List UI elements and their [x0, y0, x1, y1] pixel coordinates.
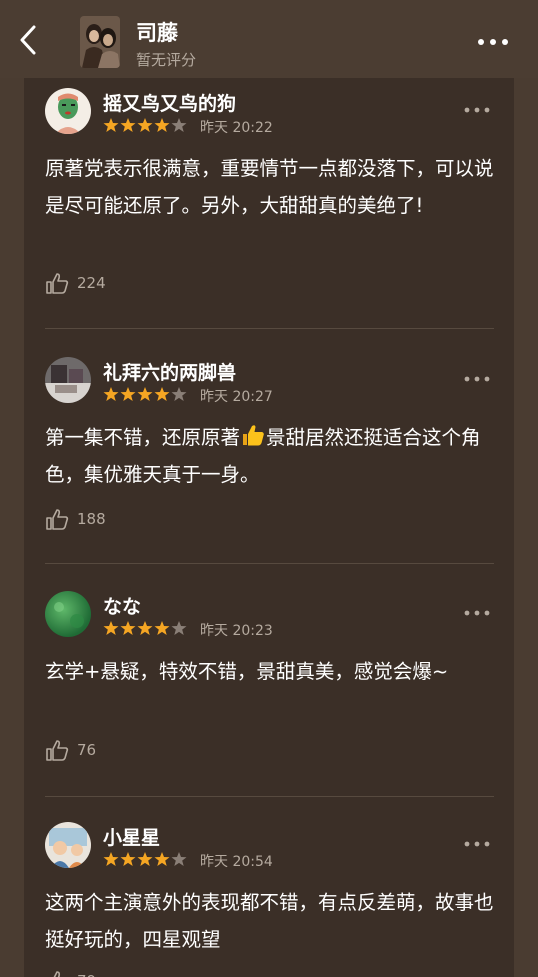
star-filled-icon [154, 852, 170, 866]
review-text: 玄学+悬疑，特效不错，景甜真美，感觉会爆~ [45, 660, 449, 683]
star-filled-icon [137, 387, 153, 401]
user-avatar[interactable] [45, 591, 91, 637]
review-text: 第一集不错，还原原著 景甜居然还挺适合这个角色，集优雅天真于一身。 [45, 419, 501, 493]
review-more-icon[interactable] [462, 103, 492, 117]
review-divider [45, 796, 494, 797]
rating-stars [103, 117, 187, 133]
review-time: 昨天 20:27 [200, 389, 273, 405]
like-button[interactable]: 76 [45, 739, 96, 761]
star-empty-icon [171, 852, 187, 866]
review-username[interactable]: なな [103, 592, 141, 619]
review-text: 这两个主演意外的表现都不错，有点反差萌，故事也挺好玩的，四星观望 [45, 891, 494, 951]
review-card: 摇又鸟又鸟的狗 昨天 20:22 原著党表示很满意，重要情节一点都没落下，可以说… [24, 78, 514, 329]
review-time: 昨天 20:23 [200, 623, 273, 639]
review-username[interactable]: 小星星 [103, 823, 160, 850]
review-username[interactable]: 礼拜六的两脚兽 [103, 358, 236, 385]
user-avatar[interactable] [45, 822, 91, 868]
like-count: 76 [77, 741, 97, 759]
star-empty-icon [171, 387, 187, 401]
thumbs-up-icon [53, 971, 61, 977]
star-filled-icon [103, 118, 119, 132]
star-filled-icon [120, 852, 136, 866]
star-filled-icon [137, 118, 153, 132]
review-card: 小星星 昨天 20:54 这两个主演意外的表现都不错，有点反差萌，故事也挺好玩的… [24, 812, 514, 977]
star-filled-icon [154, 621, 170, 635]
star-filled-icon [154, 387, 170, 401]
review-more-icon[interactable] [462, 372, 492, 386]
review-time: 昨天 20:54 [200, 854, 273, 870]
star-empty-icon [171, 621, 187, 635]
star-filled-icon [103, 621, 119, 635]
show-rating-status: 暂无评分 [136, 51, 197, 69]
thumbs-up-icon [46, 509, 69, 530]
review-text-part: 第一集不错，还原原著 [45, 426, 241, 449]
top-bar: 司藤 暂无评分 [0, 0, 538, 78]
like-button[interactable]: 188 [45, 508, 106, 530]
star-filled-icon [120, 621, 136, 635]
star-filled-icon [120, 118, 136, 132]
review-text: 原著党表示很满意，重要情节一点都没落下，可以说是尽可能还原了。另外，大甜甜真的美… [45, 157, 494, 217]
review-divider [45, 563, 494, 564]
user-avatar[interactable] [45, 357, 91, 403]
show-title: 司藤 [136, 21, 178, 45]
star-filled-icon [103, 852, 119, 866]
review-card: 礼拜六的两脚兽 昨天 20:27 第一集不错，还原原著 景甜居然还挺适合这个角色… [24, 347, 514, 564]
review-username[interactable]: 摇又鸟又鸟的狗 [103, 89, 236, 116]
review-more-icon[interactable] [462, 606, 492, 620]
like-count: 188 [77, 510, 106, 528]
review-time: 昨天 20:22 [200, 120, 273, 136]
review-divider [45, 328, 494, 329]
review-more-icon[interactable] [462, 837, 492, 851]
show-cover-thumbnail[interactable] [80, 16, 120, 68]
star-filled-icon [120, 387, 136, 401]
user-avatar[interactable] [45, 88, 91, 134]
like-button[interactable]: 224 [45, 272, 106, 294]
review-list: 摇又鸟又鸟的狗 昨天 20:22 原著党表示很满意，重要情节一点都没落下，可以说… [24, 78, 514, 977]
thumbs-up-icon [46, 740, 69, 761]
rating-stars [103, 386, 187, 402]
rating-stars [103, 620, 187, 636]
more-options-icon[interactable] [474, 28, 512, 56]
star-filled-icon [137, 621, 153, 635]
like-count: 224 [77, 274, 106, 292]
like-button[interactable]: 79 [45, 970, 96, 977]
review-card: なな 昨天 20:23 玄学+悬疑，特效不错，景甜真美，感觉会爆~ 76 [24, 581, 514, 797]
thumbs-up-emoji-icon [243, 425, 264, 446]
like-count: 79 [77, 972, 96, 977]
back-chevron-icon[interactable] [14, 20, 44, 60]
star-empty-icon [171, 118, 187, 132]
star-filled-icon [154, 118, 170, 132]
rating-stars [103, 851, 187, 867]
star-filled-icon [103, 387, 119, 401]
thumbs-up-icon [46, 273, 69, 294]
star-filled-icon [137, 852, 153, 866]
